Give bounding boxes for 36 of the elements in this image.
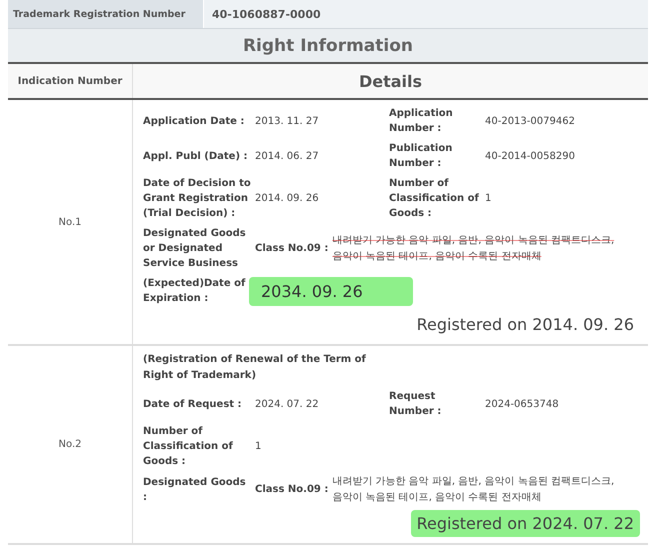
field-value: 40-2013-0079462 xyxy=(484,116,576,126)
column-header: Indication Number xyxy=(18,76,122,86)
class-label: Class No.09 : xyxy=(255,483,328,498)
field-label: Date of Decision to Grant Registration (Trial Decision) : xyxy=(143,177,251,221)
field-value: 40-1060887-0000 xyxy=(204,0,648,28)
goods-list: 음악이 녹음된 테이프, 음악이 수록된 전자매체 xyxy=(332,490,542,506)
field-value: 2014. 06. 27 xyxy=(254,150,320,162)
field-label: Number of Classification of Goods : xyxy=(389,177,480,221)
registration-date: Registered on 2014. 09. 26 xyxy=(416,314,635,336)
field-value: 40-2014-0058290 xyxy=(484,150,576,162)
field-label: Date of Request : xyxy=(143,398,243,412)
field-label: Publication Number : xyxy=(389,142,454,171)
record-heading: (Registration of Renewal of the Term of Right of Trademark) xyxy=(143,353,367,384)
section-title: Right Information xyxy=(8,29,648,64)
indication-number: No.1 xyxy=(58,216,82,228)
goods-list: 내려받기 가능한 음악 파일, 음반, 음악이 녹음된 컴팩트디스크, xyxy=(332,474,614,490)
registration-date: Registered on 2024. 07. 22 xyxy=(410,510,640,538)
field-label: Designated Goods or Designated Service Business xyxy=(143,227,247,271)
field-label: Appl. Publ (Date) : xyxy=(143,150,249,164)
field-label: Number of Classification of Goods : xyxy=(143,425,234,470)
field-value: 2024-0653748 xyxy=(484,398,560,410)
field-label: Designated Goods : xyxy=(143,476,247,505)
class-label: Class No.09 : xyxy=(255,242,328,256)
column-header: Details xyxy=(358,72,422,90)
field-value: 2014. 09. 26 xyxy=(254,193,320,204)
field-value: 2024. 07. 22 xyxy=(254,398,320,410)
field-value: 1 xyxy=(484,193,492,204)
field-label: Application Number : xyxy=(389,107,454,136)
field-label: (Expected)Date of Expiration : xyxy=(143,277,246,306)
field-label: Trademark Registration Number xyxy=(8,0,204,28)
expiration-date: 2034. 09. 26 xyxy=(249,276,413,306)
field-value: 1 xyxy=(254,441,262,452)
field-label: Application Date : xyxy=(143,114,246,128)
field-value: 2013. 11. 27 xyxy=(254,116,320,126)
field-label: Request Number : xyxy=(389,390,442,420)
indication-number: No.2 xyxy=(58,439,82,450)
